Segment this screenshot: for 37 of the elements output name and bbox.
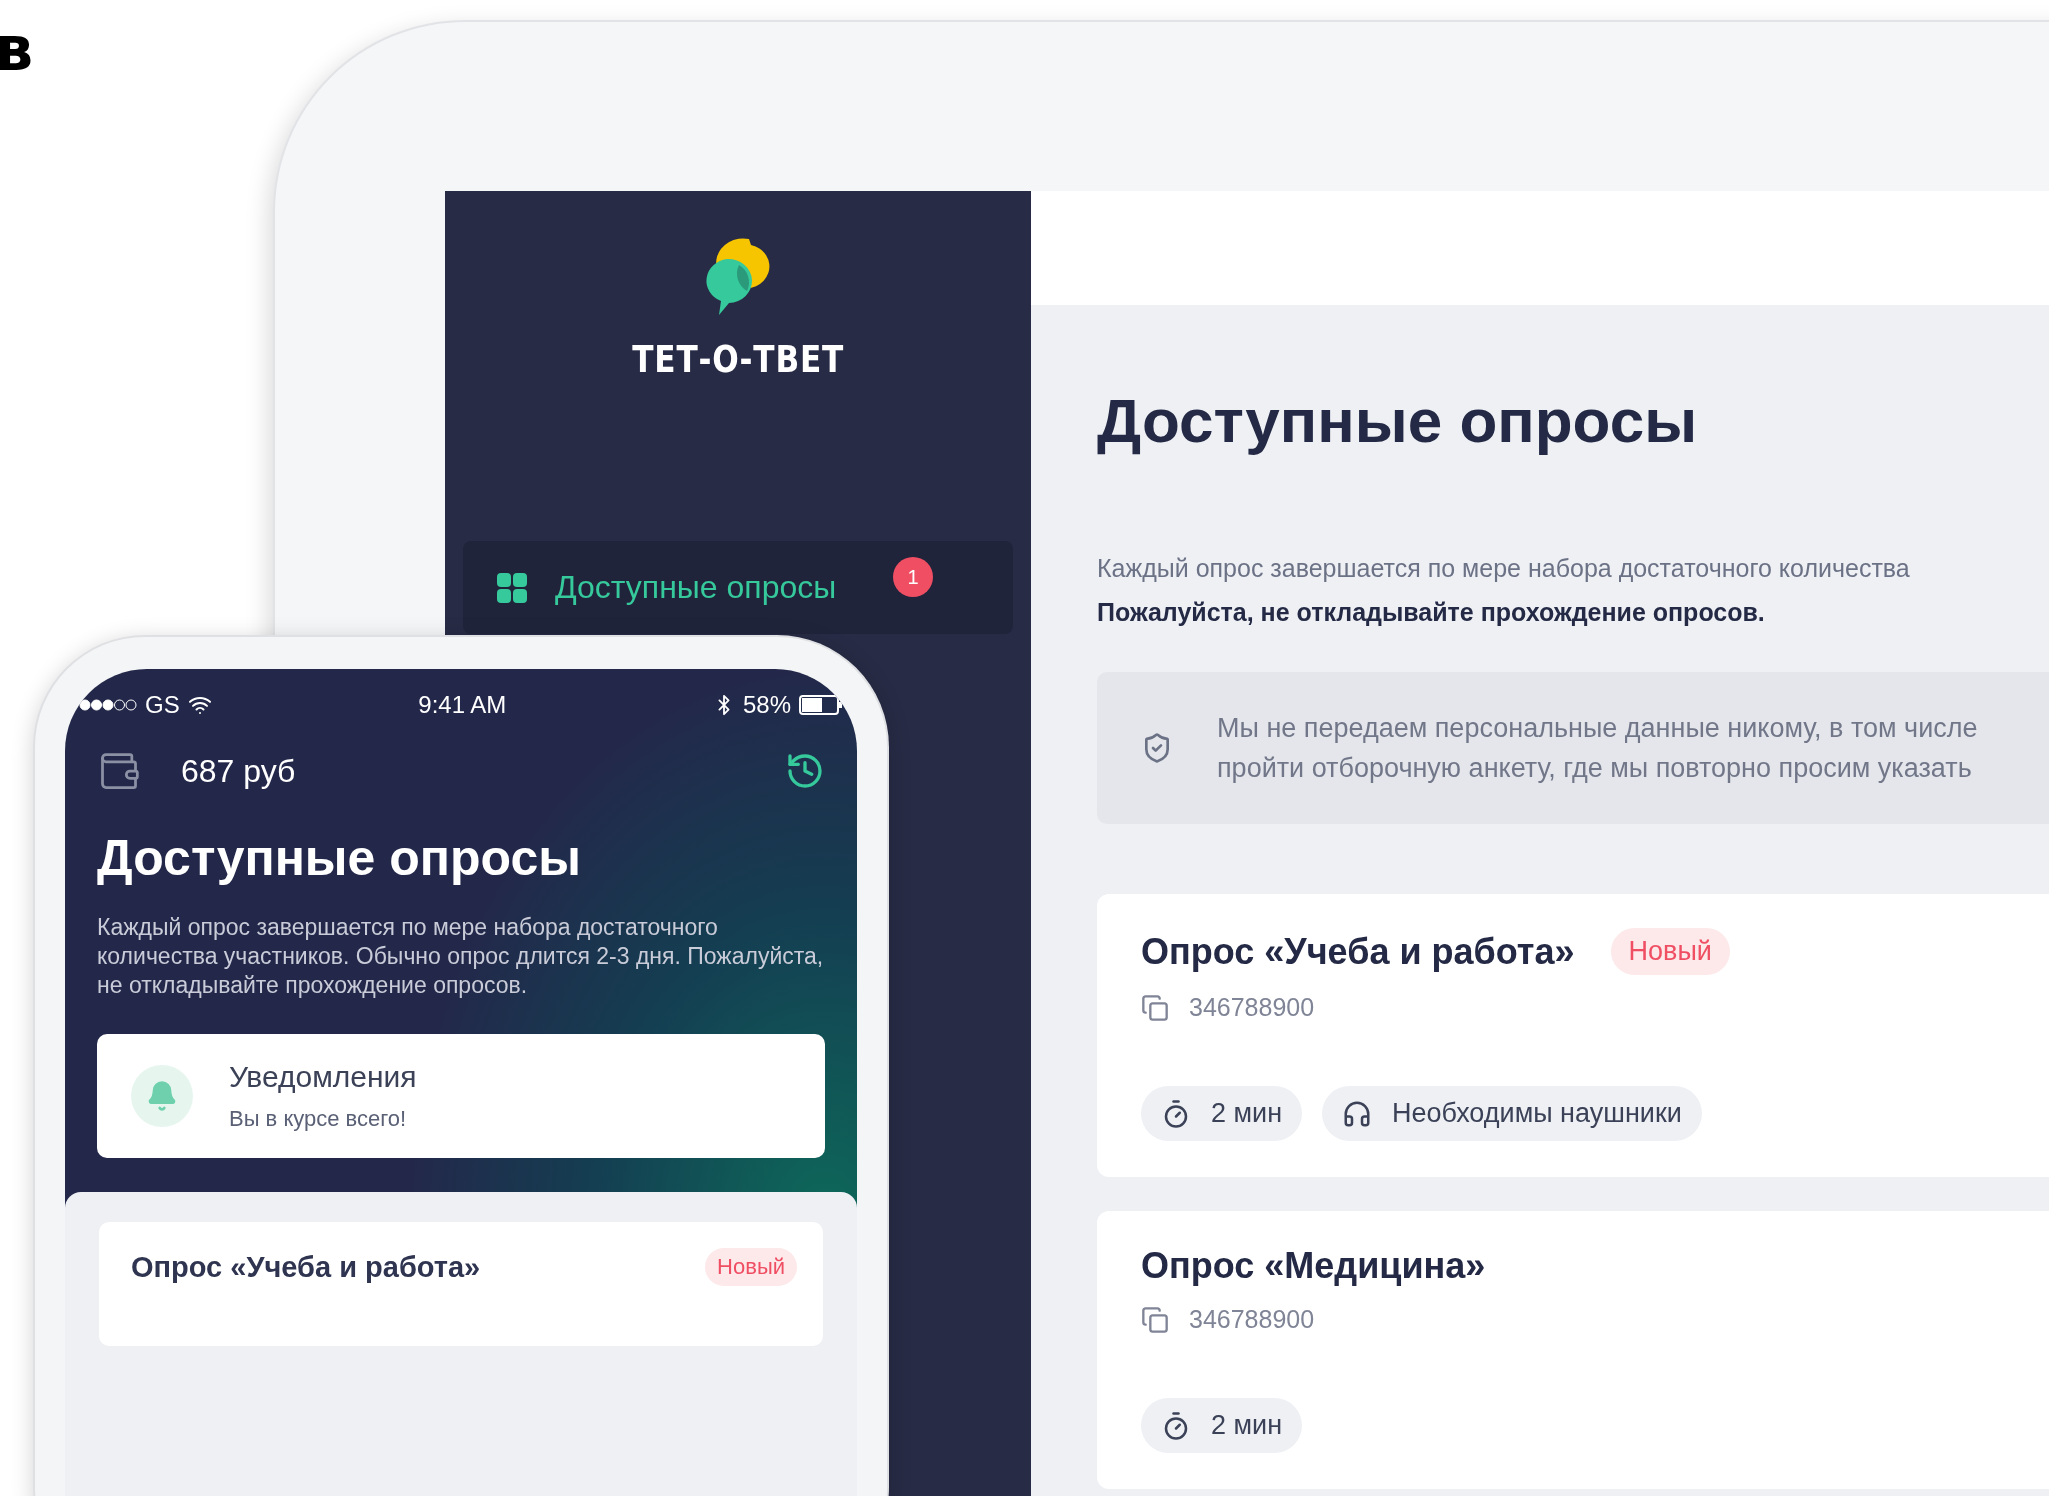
copy-icon[interactable] [1141, 1305, 1169, 1334]
survey-card[interactable]: Опрос «Медицина» 346788900 2 мин [1097, 1211, 2049, 1489]
notification-card[interactable]: Уведомления Вы в курсе всего! [97, 1034, 825, 1158]
battery-icon [799, 695, 843, 715]
balance-text: 687 руб [181, 752, 297, 790]
intro-text: Каждый опрос завершается по мере набора достаточного количества [1097, 553, 1911, 584]
intro-note: Пожалуйста, не откладывайте прохождение опросов. [1097, 597, 1766, 628]
page-title: Доступные опросы [1097, 385, 1699, 456]
sidebar-item-label: Доступные опросы [555, 569, 837, 606]
battery-percent: 58% [742, 691, 791, 719]
survey-card[interactable]: Опрос «Учеба и работа» Новый 346788900 2 мин Необходимы наушники [1097, 894, 2049, 1177]
survey-title: Опрос «Учеба и работа» [131, 1250, 481, 1284]
logo-text: ТЕТ-О-ТВЕТ [632, 337, 844, 381]
signal-icon [79, 699, 137, 711]
sidebar-item[interactable]: Доступные опросы 1 [463, 541, 1013, 634]
page-title: Доступные опросы [97, 829, 582, 887]
history-icon[interactable] [785, 751, 825, 791]
notice-text: Мы не передаем персональные данные никому, в том числе [1217, 712, 1978, 745]
intro-text: Каждый опрос завершается по мере набора достаточного количества участников. Обычно опрос длится 2-3 дня. Пожалуйста, не откладывайте прохождение опросов. [97, 913, 825, 1000]
chip-label: 2 мин [1211, 1098, 1283, 1129]
notification-title: Уведомления [229, 1060, 417, 1094]
notification-subtitle: Вы в курсе всего! [229, 1106, 408, 1132]
survey-code: 346788900 [1189, 1305, 1315, 1334]
grid-icon [497, 572, 527, 603]
carrier-text: GS [145, 691, 180, 719]
survey-card[interactable]: Опрос «Учеба и работа» Новый [99, 1222, 823, 1346]
copy-icon[interactable] [1141, 993, 1169, 1022]
survey-code: 346788900 [1189, 993, 1315, 1022]
chip-label: 2 мин [1211, 1410, 1283, 1441]
survey-title: Опрос «Медицина» [1141, 1245, 1486, 1287]
chip-label: Необходимы наушники [1392, 1098, 1682, 1129]
notification-badge: 1 [893, 557, 933, 597]
new-badge: Новый [705, 1248, 797, 1286]
notice-text: пройти отборочную анкету, где мы повторно просим указать [1217, 752, 1973, 785]
status-time: 9:41 AM [418, 691, 507, 719]
new-badge: Новый [1610, 928, 1730, 975]
survey-title: Опрос «Учеба и работа» [1141, 930, 1575, 973]
